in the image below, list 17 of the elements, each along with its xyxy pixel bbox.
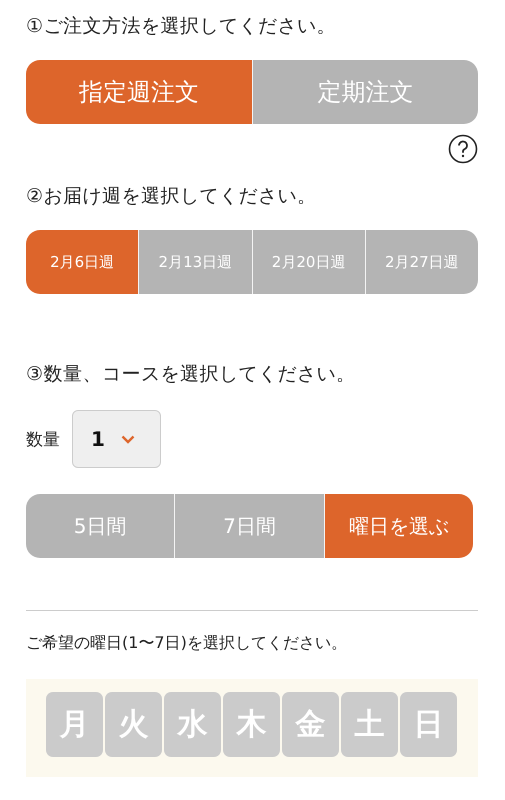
order-type-tab[interactable]: 定期注文 — [252, 60, 478, 124]
week-tab[interactable]: 2月27日週 — [364, 230, 478, 294]
step-heading: ③数量、コースを選択してください。 — [26, 362, 357, 387]
step-heading: ②お届け週を選択してください。 — [26, 184, 318, 209]
course-tab[interactable]: 曜日を選ぶ — [324, 494, 473, 558]
weekday-prompt: ご希望の曜日(1〜7日)を選択してください。 — [26, 632, 348, 654]
course-tab[interactable]: 7日間 — [174, 494, 324, 558]
week-tab[interactable]: 2月13日週 — [138, 230, 252, 294]
week-tab[interactable]: 2月20日週 — [252, 230, 365, 294]
week-tab[interactable]: 2月6日週 — [26, 230, 138, 294]
order-type-tab[interactable]: 指定週注文 — [26, 60, 252, 124]
chevron-icon — [120, 434, 135, 444]
course-tab[interactable]: 5日間 — [26, 494, 174, 558]
help-icon[interactable] — [448, 134, 478, 164]
quantity-label: 数量 — [26, 428, 60, 450]
quantity-select[interactable]: 1 — [72, 410, 161, 468]
step-heading: ①ご注文方法を選択してください。 — [26, 14, 338, 39]
